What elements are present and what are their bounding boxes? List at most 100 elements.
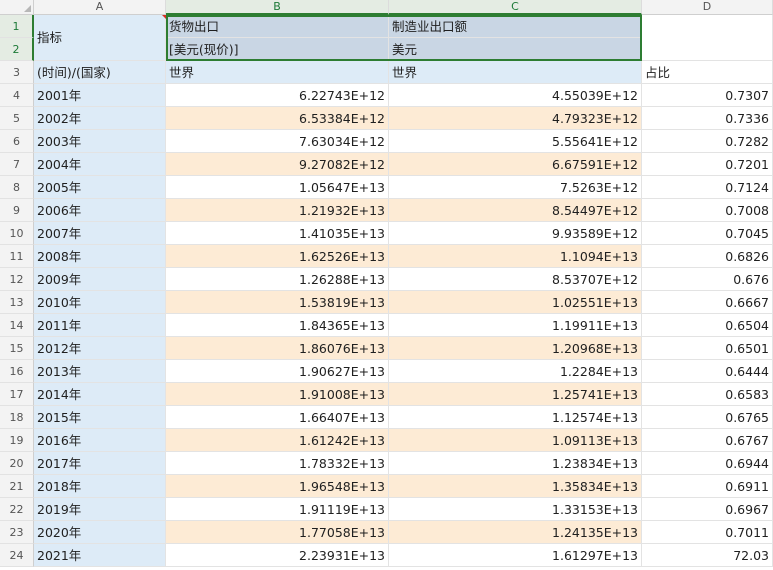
cell-mfg-export[interactable]: 1.1094E+13	[389, 245, 642, 268]
cell-mfg-export[interactable]: 8.54497E+12	[389, 199, 642, 222]
cell-ratio[interactable]: 0.6583	[642, 383, 773, 406]
cell-year[interactable]: 2010年	[34, 291, 166, 314]
cell-ratio[interactable]: 0.6767	[642, 429, 773, 452]
row-header[interactable]: 10	[0, 222, 34, 245]
column-header-b[interactable]: B	[166, 0, 389, 15]
cell-goods-export[interactable]: 1.41035E+13	[166, 222, 389, 245]
cell-goods-export[interactable]: 6.22743E+12	[166, 84, 389, 107]
row-header[interactable]: 15	[0, 337, 34, 360]
cell-ratio[interactable]: 0.6967	[642, 498, 773, 521]
row-header[interactable]: 13	[0, 291, 34, 314]
cell-ratio[interactable]: 0.676	[642, 268, 773, 291]
cell-ratio[interactable]: 0.7282	[642, 130, 773, 153]
cell-year[interactable]: 2003年	[34, 130, 166, 153]
cell-year[interactable]: 2009年	[34, 268, 166, 291]
row-header[interactable]: 12	[0, 268, 34, 291]
cell-ratio[interactable]: 0.6911	[642, 475, 773, 498]
cell-year[interactable]: 2006年	[34, 199, 166, 222]
cell-mfg-export[interactable]: 8.53707E+12	[389, 268, 642, 291]
cell-year[interactable]: 2007年	[34, 222, 166, 245]
cell-mfg-export[interactable]: 1.09113E+13	[389, 429, 642, 452]
cell-year[interactable]: 2012年	[34, 337, 166, 360]
column-header-c[interactable]: C	[389, 0, 642, 15]
row-header[interactable]: 19	[0, 429, 34, 452]
cell-b1-goods-export[interactable]: 货物出口	[166, 15, 389, 38]
cell-goods-export[interactable]: 1.26288E+13	[166, 268, 389, 291]
row-header[interactable]: 17	[0, 383, 34, 406]
row-header[interactable]: 6	[0, 130, 34, 153]
cell-goods-export[interactable]: 6.53384E+12	[166, 107, 389, 130]
cell-year[interactable]: 2002年	[34, 107, 166, 130]
cell-ratio[interactable]: 0.7124	[642, 176, 773, 199]
cell-year[interactable]: 2004年	[34, 153, 166, 176]
cell-mfg-export[interactable]: 6.67591E+12	[389, 153, 642, 176]
cell-goods-export[interactable]: 1.62526E+13	[166, 245, 389, 268]
cell-mfg-export[interactable]: 1.19911E+13	[389, 314, 642, 337]
cell-mfg-export[interactable]: 1.35834E+13	[389, 475, 642, 498]
row-header[interactable]: 22	[0, 498, 34, 521]
cell-mfg-export[interactable]: 9.93589E+12	[389, 222, 642, 245]
row-header[interactable]: 11	[0, 245, 34, 268]
cell-mfg-export[interactable]: 1.12574E+13	[389, 406, 642, 429]
select-all-corner[interactable]	[0, 0, 34, 15]
row-header[interactable]: 21	[0, 475, 34, 498]
cell-goods-export[interactable]: 1.05647E+13	[166, 176, 389, 199]
cell-mfg-export[interactable]: 1.02551E+13	[389, 291, 642, 314]
row-header[interactable]: 7	[0, 153, 34, 176]
cell-mfg-export[interactable]: 1.25741E+13	[389, 383, 642, 406]
row-header[interactable]: 14	[0, 314, 34, 337]
cell-mfg-export[interactable]: 1.61297E+13	[389, 544, 642, 567]
cell-year[interactable]: 2017年	[34, 452, 166, 475]
cell-goods-export[interactable]: 1.96548E+13	[166, 475, 389, 498]
row-header[interactable]: 4	[0, 84, 34, 107]
cell-goods-export[interactable]: 1.21932E+13	[166, 199, 389, 222]
cell-goods-export[interactable]: 1.66407E+13	[166, 406, 389, 429]
cell-c2-unit[interactable]: 美元	[389, 38, 642, 61]
cell-goods-export[interactable]: 1.91008E+13	[166, 383, 389, 406]
cell-year[interactable]: 2016年	[34, 429, 166, 452]
cell-mfg-export[interactable]: 1.20968E+13	[389, 337, 642, 360]
cell-mfg-export[interactable]: 4.55039E+12	[389, 84, 642, 107]
cell-year[interactable]: 2001年	[34, 84, 166, 107]
cell-mfg-export[interactable]: 7.5263E+12	[389, 176, 642, 199]
cell-ratio[interactable]: 0.7307	[642, 84, 773, 107]
cell-ratio[interactable]: 0.7336	[642, 107, 773, 130]
cell-goods-export[interactable]: 1.90627E+13	[166, 360, 389, 383]
cell-ratio[interactable]: 0.7008	[642, 199, 773, 222]
cell-year[interactable]: 2015年	[34, 406, 166, 429]
cell-goods-export[interactable]: 1.77058E+13	[166, 521, 389, 544]
cell-mfg-export[interactable]: 1.33153E+13	[389, 498, 642, 521]
cell-year[interactable]: 2019年	[34, 498, 166, 521]
cell-ratio[interactable]: 72.03	[642, 544, 773, 567]
row-header[interactable]: 20	[0, 452, 34, 475]
cell-goods-export[interactable]: 1.84365E+13	[166, 314, 389, 337]
cell-year[interactable]: 2018年	[34, 475, 166, 498]
cell-year[interactable]: 2011年	[34, 314, 166, 337]
cell-a3[interactable]: (时间)/(国家)	[34, 61, 166, 84]
row-header[interactable]: 18	[0, 406, 34, 429]
row-header[interactable]: 16	[0, 360, 34, 383]
column-header-a[interactable]: A	[34, 0, 166, 15]
cell-year[interactable]: 2005年	[34, 176, 166, 199]
cell-ratio[interactable]: 0.7011	[642, 521, 773, 544]
cell-year[interactable]: 2013年	[34, 360, 166, 383]
cell-year[interactable]: 2014年	[34, 383, 166, 406]
cell-mfg-export[interactable]: 1.23834E+13	[389, 452, 642, 475]
cell-ratio[interactable]: 0.6501	[642, 337, 773, 360]
cell-goods-export[interactable]: 9.27082E+12	[166, 153, 389, 176]
cell-mfg-export[interactable]: 4.79323E+12	[389, 107, 642, 130]
cell-b2-unit[interactable]: [美元(现价)]	[166, 38, 389, 61]
column-header-d[interactable]: D	[642, 0, 773, 15]
cell-ratio[interactable]: 0.6765	[642, 406, 773, 429]
row-header[interactable]: 23	[0, 521, 34, 544]
cell-ratio[interactable]: 0.7201	[642, 153, 773, 176]
cell-mfg-export[interactable]: 1.2284E+13	[389, 360, 642, 383]
row-header[interactable]: 24	[0, 544, 34, 567]
cell-year[interactable]: 2020年	[34, 521, 166, 544]
cell-c3[interactable]: 世界	[389, 61, 642, 84]
cell-ratio[interactable]: 0.6504	[642, 314, 773, 337]
cell-d3[interactable]: 占比	[642, 61, 773, 84]
cell-ratio[interactable]: 0.6826	[642, 245, 773, 268]
row-header[interactable]: 8	[0, 176, 34, 199]
cell-mfg-export[interactable]: 1.24135E+13	[389, 521, 642, 544]
